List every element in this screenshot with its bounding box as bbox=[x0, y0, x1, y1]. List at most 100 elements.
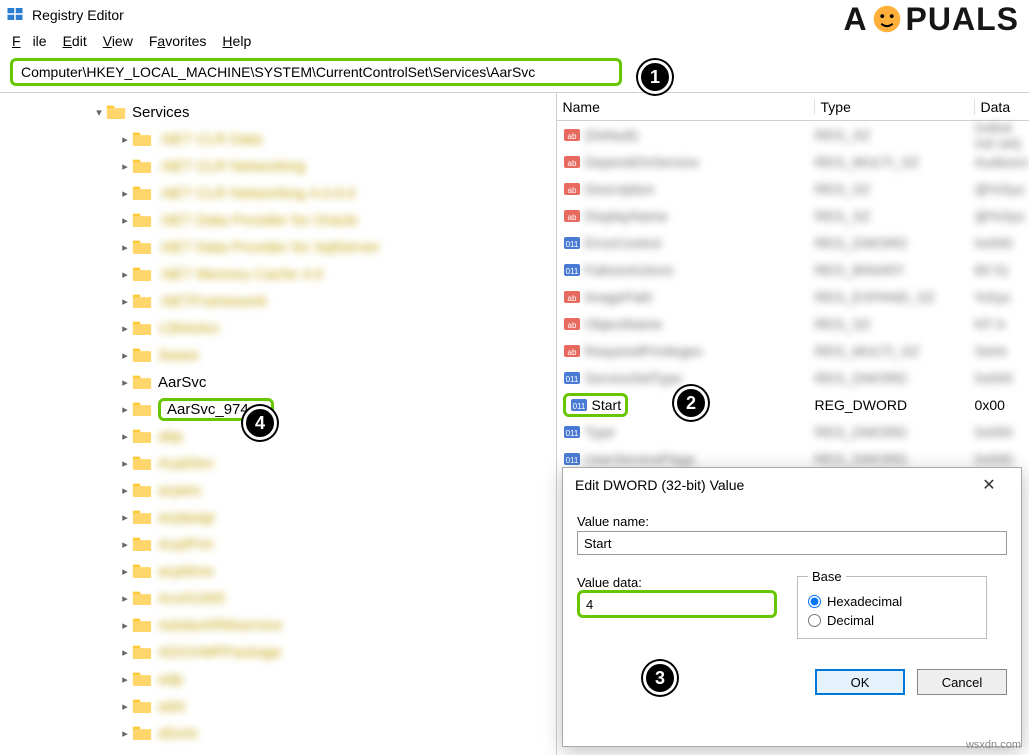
chevron-right-icon[interactable]: ▸ bbox=[118, 403, 132, 416]
chevron-right-icon[interactable]: ▸ bbox=[118, 700, 132, 713]
tree-node-blurred[interactable]: ▸abp bbox=[0, 423, 556, 450]
chevron-right-icon[interactable]: ▸ bbox=[118, 673, 132, 686]
list-header: Name Type Data bbox=[557, 93, 1029, 121]
tree-node-blurred[interactable]: ▸ adsi bbox=[0, 693, 556, 720]
tree-node-services[interactable]: ▾ Services bbox=[0, 99, 556, 126]
menu-favorites[interactable]: Favorites bbox=[143, 33, 213, 49]
tree-node-blurred[interactable]: ▸.NETFramework bbox=[0, 288, 556, 315]
value-data: 80 51 bbox=[975, 262, 1029, 278]
tree-view[interactable]: ▾ Services ▸.NET CLR Data▸.NET CLR Netwo… bbox=[0, 93, 557, 755]
tree-node-blurred[interactable]: ▸.NET Memory Cache 4.0 bbox=[0, 261, 556, 288]
list-row[interactable]: ab(Default)REG_SZ(value not set) bbox=[557, 121, 1029, 148]
string-icon: ab bbox=[563, 180, 581, 198]
value-data: SeIm bbox=[975, 343, 1029, 359]
chevron-right-icon[interactable]: ▸ bbox=[118, 133, 132, 146]
ok-button[interactable]: OK bbox=[815, 669, 905, 695]
list-row[interactable]: abDependOnServiceREG_MULTI_SZAudiosrv bbox=[557, 148, 1029, 175]
chevron-right-icon[interactable]: ▸ bbox=[118, 322, 132, 335]
chevron-right-icon[interactable]: ▸ bbox=[118, 376, 132, 389]
menu-edit[interactable]: Edit bbox=[57, 33, 93, 49]
chevron-right-icon[interactable]: ▸ bbox=[118, 430, 132, 443]
chevron-right-icon[interactable]: ▸ bbox=[118, 484, 132, 497]
address-bar-area bbox=[0, 52, 1029, 92]
chevron-right-icon[interactable]: ▸ bbox=[118, 511, 132, 524]
list-row[interactable]: 011FailureActionsREG_BINARY80 51 bbox=[557, 256, 1029, 283]
value-name-input[interactable] bbox=[577, 531, 1007, 555]
tree-node-blurred[interactable]: ▸Acx01000 bbox=[0, 585, 556, 612]
tree-node-blurred[interactable]: ▸ .NET CLR Networking 4.0.0.0 bbox=[0, 180, 556, 207]
tree-node-blurred[interactable]: ▸acpitime bbox=[0, 558, 556, 585]
value-data: 0x00 bbox=[975, 397, 1029, 413]
tree-label: AcpiPmi bbox=[158, 536, 213, 553]
tree-node-blurred[interactable]: ▸ADOVMPPackage bbox=[0, 639, 556, 666]
list-row[interactable]: abImagePathREG_EXPAND_SZ%Sys bbox=[557, 283, 1029, 310]
tree-node-blurred[interactable]: ▸ 3ware bbox=[0, 342, 556, 369]
tree-node-blurred[interactable]: ▸ .NET Data Provider for Oracle bbox=[0, 207, 556, 234]
tree-node-blurred[interactable]: ▸ 1394ohci bbox=[0, 315, 556, 342]
tree-label: .NET CLR Networking 4.0.0.0 bbox=[158, 185, 355, 202]
list-row[interactable]: 011ServiceSidTypeREG_DWORD0x000 bbox=[557, 364, 1029, 391]
chevron-right-icon[interactable]: ▸ bbox=[118, 214, 132, 227]
radio-dec-input[interactable] bbox=[808, 614, 821, 627]
tree-label: .NET Data Provider for Oracle bbox=[158, 212, 358, 229]
list-row[interactable]: 011TypeREG_DWORD0x000 bbox=[557, 418, 1029, 445]
col-header-data[interactable]: Data bbox=[975, 99, 1029, 115]
chevron-right-icon[interactable]: ▸ bbox=[118, 646, 132, 659]
list-row[interactable]: abDescriptionREG_SZ@%Sys bbox=[557, 175, 1029, 202]
tree-node-blurred[interactable]: ▸afunix bbox=[0, 720, 556, 747]
chevron-right-icon[interactable]: ▸ bbox=[118, 592, 132, 605]
list-row[interactable]: abObjectNameREG_SZNT A bbox=[557, 310, 1029, 337]
list-row[interactable]: abRequiredPrivilegesREG_MULTI_SZSeIm bbox=[557, 337, 1029, 364]
tree-node-blurred[interactable]: ▸adp bbox=[0, 666, 556, 693]
address-input[interactable] bbox=[21, 64, 611, 80]
chevron-right-icon[interactable]: ▸ bbox=[118, 160, 132, 173]
tree-node-blurred[interactable]: ▸.NET Data Provider for SqlServer bbox=[0, 234, 556, 261]
col-header-type[interactable]: Type bbox=[815, 99, 975, 115]
chevron-right-icon[interactable]: ▸ bbox=[118, 268, 132, 281]
regedit-icon bbox=[6, 5, 32, 26]
svg-text:011: 011 bbox=[565, 429, 578, 438]
chevron-right-icon[interactable]: ▸ bbox=[118, 241, 132, 254]
list-row-start[interactable]: 011 Start REG_DWORD 0x00 bbox=[557, 391, 1029, 418]
tree-node-blurred[interactable]: ▸.NET CLR Data bbox=[0, 126, 556, 153]
radio-dec[interactable]: Decimal bbox=[808, 613, 976, 628]
chevron-right-icon[interactable]: ▸ bbox=[118, 619, 132, 632]
radio-hex[interactable]: Hexadecimal bbox=[808, 594, 976, 609]
tree-node-blurred[interactable]: ▸.NET CLR Networking bbox=[0, 153, 556, 180]
tree-node-blurred[interactable]: ▸AdobeARMservice bbox=[0, 612, 556, 639]
dword-icon: 011 bbox=[570, 396, 588, 414]
col-header-name[interactable]: Name bbox=[557, 99, 815, 115]
menu-help[interactable]: Help bbox=[216, 33, 257, 49]
chevron-right-icon[interactable]: ▸ bbox=[118, 349, 132, 362]
chevron-right-icon[interactable]: ▸ bbox=[118, 295, 132, 308]
tree-node-blurred[interactable]: ▸acpipagr bbox=[0, 504, 556, 531]
chevron-right-icon[interactable]: ▸ bbox=[118, 727, 132, 740]
tree-node-aarsvc-974ea[interactable]: ▸ AarSvc_974ea bbox=[0, 396, 556, 423]
chevron-right-icon[interactable]: ▸ bbox=[118, 187, 132, 200]
list-row[interactable]: abDisplayNameREG_SZ@%Sys bbox=[557, 202, 1029, 229]
chevron-right-icon[interactable]: ▸ bbox=[118, 538, 132, 551]
radio-hex-input[interactable] bbox=[808, 595, 821, 608]
chevron-down-icon[interactable]: ▾ bbox=[92, 106, 106, 119]
tree-label: AcpiDev bbox=[158, 455, 214, 472]
tree-label: 3ware bbox=[158, 347, 199, 364]
list-row[interactable]: 011ErrorControlREG_DWORD0x000 bbox=[557, 229, 1029, 256]
tree-node-blurred[interactable]: ▸acpiex bbox=[0, 477, 556, 504]
chevron-right-icon[interactable]: ▸ bbox=[118, 565, 132, 578]
tree-node-blurred[interactable]: ▸ AcpiDev bbox=[0, 450, 556, 477]
cancel-button[interactable]: Cancel bbox=[917, 669, 1007, 695]
string-icon: ab bbox=[563, 153, 581, 171]
tree-node-blurred[interactable]: ▸ AcpiPmi bbox=[0, 531, 556, 558]
tree-node-aarsvc[interactable]: ▸ AarSvc bbox=[0, 369, 556, 396]
close-icon[interactable]: ✕ bbox=[969, 475, 1009, 495]
tree-label: 1394ohci bbox=[158, 320, 219, 337]
menu-file[interactable]: File bbox=[6, 33, 53, 49]
value-name: ObjectName bbox=[585, 316, 663, 332]
string-icon: ab bbox=[563, 207, 581, 225]
tree-label: adsi bbox=[158, 698, 186, 715]
menu-view[interactable]: View bbox=[97, 33, 139, 49]
chevron-right-icon[interactable]: ▸ bbox=[118, 457, 132, 470]
address-bar[interactable] bbox=[10, 58, 622, 86]
value-data: @%Sys bbox=[975, 181, 1029, 197]
value-data-input[interactable] bbox=[586, 597, 768, 612]
